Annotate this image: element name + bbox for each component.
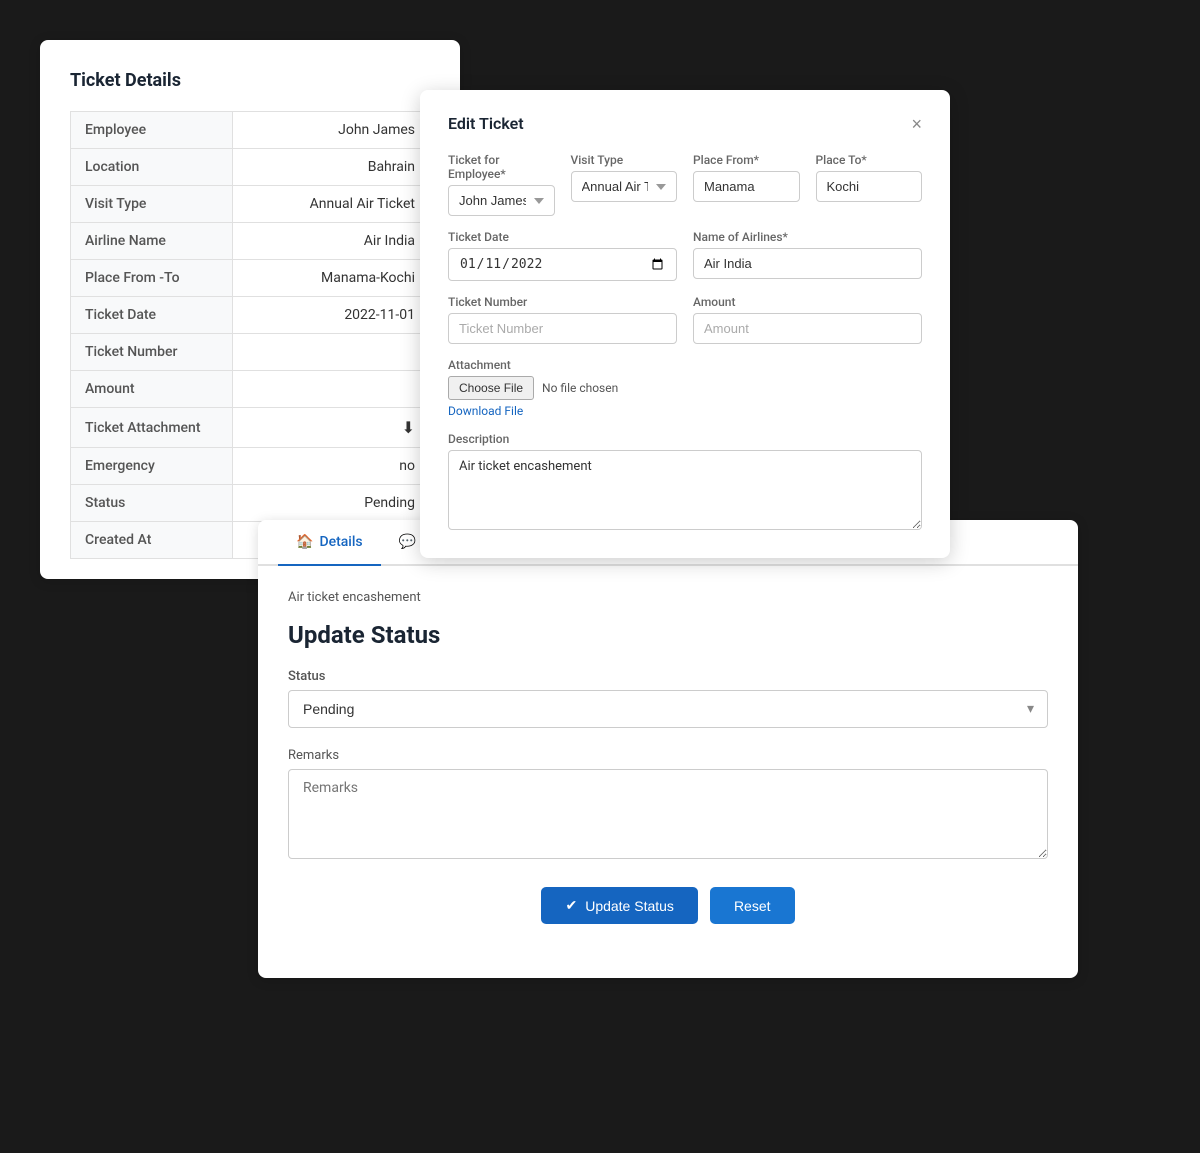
ticket-date-label: Ticket Date [448,230,677,244]
ticket-employee-group: Ticket for Employee* John James [448,153,555,216]
visit-type-group: Visit Type Annual Air Ticket [571,153,678,216]
no-file-text: No file chosen [542,381,618,395]
row-value-ticket-date: 2022-11-01 [232,297,429,334]
action-buttons: ✔ Update Status Reset [288,887,1048,924]
row-value-place-from-to: Manama-Kochi [232,260,429,297]
table-row: LocationBahrain [71,149,430,186]
row-label-employee: Employee [71,112,233,149]
ticket-number-input[interactable] [448,313,677,344]
amount-label: Amount [693,295,922,309]
table-row: Ticket Number [71,334,430,371]
row-label-ticket-date: Ticket Date [71,297,233,334]
status-select-wrap: Pending Approved Rejected ▾ [288,690,1048,728]
place-to-group: Place To* [816,153,923,216]
ticket-number-group: Ticket Number [448,295,677,344]
table-row: Emergencyno [71,448,430,485]
bottom-panel: 🏠 Details 💬 Comments Ticket Files ✏️ Not… [258,520,1078,978]
table-row: Airline NameAir India [71,223,430,260]
comments-icon: 💬 [399,534,416,550]
row-label-ticket-number: Ticket Number [71,334,233,371]
ticket-employee-label: Ticket for Employee* [448,153,555,181]
choose-file-button[interactable]: Choose File [448,376,534,400]
row-label-created-at: Created At [71,522,233,559]
modal-title: Edit Ticket [448,114,524,133]
modal-close-button[interactable]: × [911,115,922,133]
row-value-location: Bahrain [232,149,429,186]
amount-input[interactable] [693,313,922,344]
ticket-number-label: Ticket Number [448,295,677,309]
row-label-ticket-attachment: Ticket Attachment [71,408,233,448]
form-row-2: Ticket Date Name of Airlines* [448,230,922,281]
row-label-airline-name: Airline Name [71,223,233,260]
ticket-details-title: Ticket Details [70,70,430,91]
airline-name-group: Name of Airlines* [693,230,922,281]
row-label-emergency: Emergency [71,448,233,485]
row-value-airline-name: Air India [232,223,429,260]
description-text: Air ticket encashement [288,590,1048,605]
table-row: StatusPending [71,485,430,522]
details-table: EmployeeJohn JamesLocationBahrainVisit T… [70,111,430,559]
table-row: Ticket Date2022-11-01 [71,297,430,334]
tab-details-label: Details [319,534,362,550]
remarks-textarea[interactable] [288,769,1048,859]
table-row: Visit TypeAnnual Air Ticket [71,186,430,223]
update-status-label: Update Status [585,898,674,914]
status-select[interactable]: Pending Approved Rejected [288,690,1048,728]
place-from-group: Place From* [693,153,800,216]
row-label-place-from-to: Place From -To [71,260,233,297]
ticket-date-group: Ticket Date [448,230,677,281]
update-status-button[interactable]: ✔ Update Status [541,887,697,924]
table-row: EmployeeJohn James [71,112,430,149]
place-from-label: Place From* [693,153,800,167]
row-label-status: Status [71,485,233,522]
airline-name-label: Name of Airlines* [693,230,922,244]
ticket-employee-select[interactable]: John James [448,185,555,216]
home-icon: 🏠 [296,534,313,550]
remarks-label: Remarks [288,748,1048,763]
airline-name-input[interactable] [693,248,922,279]
place-to-input[interactable] [816,171,923,202]
row-label-location: Location [71,149,233,186]
row-value-ticket-attachment: ⬇ [232,408,429,448]
table-row: Amount [71,371,430,408]
reset-button[interactable]: Reset [710,887,795,924]
ticket-details-card: Ticket Details EmployeeJohn JamesLocatio… [40,40,460,579]
place-to-label: Place To* [816,153,923,167]
amount-group: Amount [693,295,922,344]
update-status-title: Update Status [288,621,1048,649]
panel-body: Air ticket encashement Update Status Sta… [258,566,1078,948]
tab-details[interactable]: 🏠 Details [278,520,381,566]
edit-ticket-modal: Edit Ticket × Ticket for Employee* John … [420,90,950,558]
visit-type-label: Visit Type [571,153,678,167]
place-from-input[interactable] [693,171,800,202]
modal-header: Edit Ticket × [448,114,922,133]
row-value-amount [232,371,429,408]
form-row-1: Ticket for Employee* John James Visit Ty… [448,153,922,216]
row-value-emergency: no [232,448,429,485]
ticket-date-input[interactable] [448,248,677,281]
status-field-label: Status [288,669,1048,684]
description-label: Description [448,432,922,446]
form-row-3: Ticket Number Amount [448,295,922,344]
download-file-link[interactable]: Download File [448,404,922,418]
description-group: Description Air ticket encashement [448,432,922,530]
row-label-visit-type: Visit Type [71,186,233,223]
attachment-label: Attachment [448,358,922,372]
visit-type-select[interactable]: Annual Air Ticket [571,171,678,202]
row-value-ticket-number [232,334,429,371]
row-value-employee: John James [232,112,429,149]
table-row: Ticket Attachment⬇ [71,408,430,448]
row-value-status: Pending [232,485,429,522]
description-textarea[interactable]: Air ticket encashement [448,450,922,530]
row-label-amount: Amount [71,371,233,408]
choose-file-row: Choose File No file chosen [448,376,922,400]
checkmark-icon: ✔ [565,897,577,914]
row-value-visit-type: Annual Air Ticket [232,186,429,223]
attachment-section: Attachment Choose File No file chosen Do… [448,358,922,418]
table-row: Place From -ToManama-Kochi [71,260,430,297]
